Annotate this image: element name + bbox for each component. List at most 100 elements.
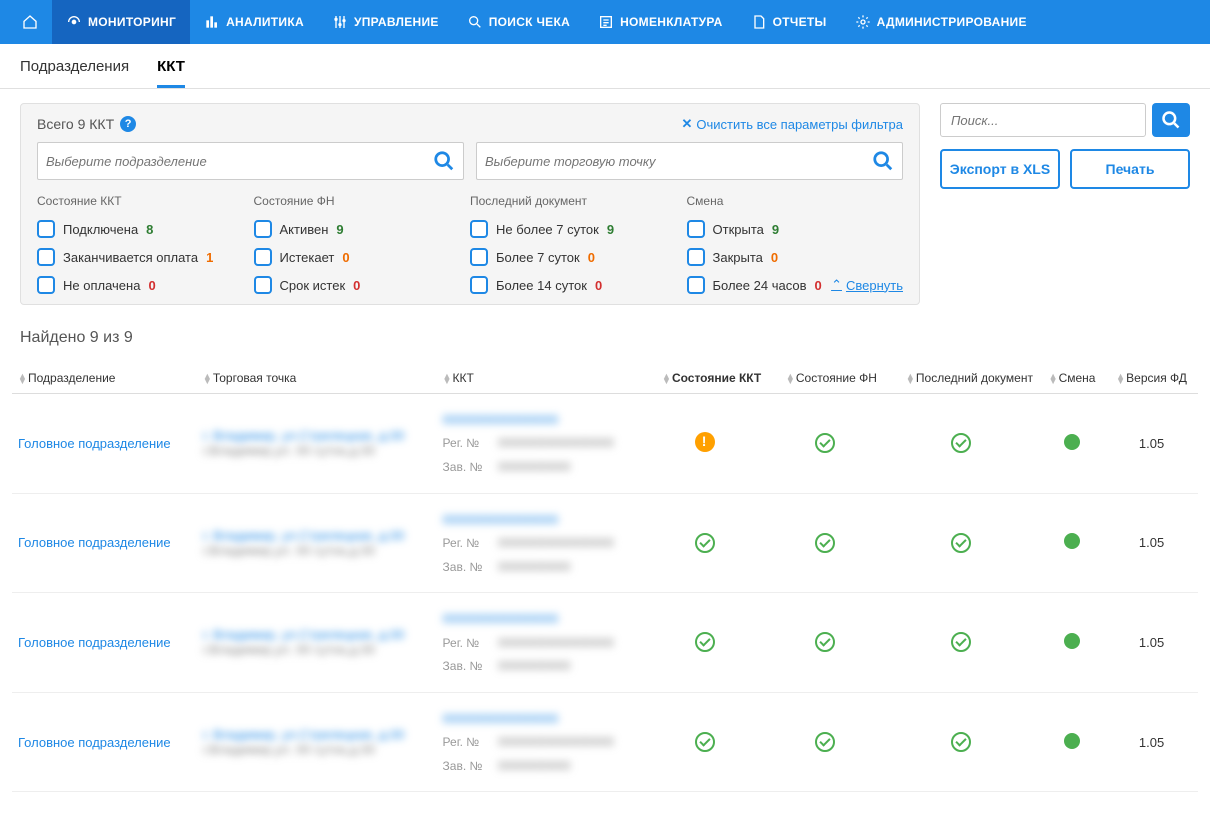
nav-admin[interactable]: АДМИНИСТРИРОВАНИЕ (841, 0, 1041, 44)
nav-analytics[interactable]: АНАЛИТИКА (190, 0, 318, 44)
clear-filters-link[interactable]: ✕ Очистить все параметры фильтра (681, 116, 903, 132)
global-search-button[interactable] (1152, 103, 1190, 137)
zav-no-label: Зав. № (443, 656, 495, 678)
filter-item-label: Подключена (63, 222, 138, 237)
filter-item-label: Закрыта (713, 250, 763, 265)
checkbox[interactable] (37, 248, 55, 266)
point-link[interactable]: г. Владимир, ул.Стрелецкая, д.00 (203, 528, 431, 543)
found-label: Найдено 9 из 9 (0, 305, 1210, 355)
filter-checkbox-row: Срок истек0 (254, 276, 471, 294)
table-row: Головное подразделение г. Владимир, ул.Ст… (12, 692, 1198, 792)
filter-item-count: 9 (336, 222, 343, 237)
filter-checkbox-row: Заканчивается оплата1 (37, 248, 254, 266)
status-ok-icon (695, 732, 715, 752)
checkbox[interactable] (687, 220, 705, 238)
status-ok-icon (695, 632, 715, 652)
nav-management-label: УПРАВЛЕНИЕ (354, 15, 439, 29)
filter-item-count: 0 (815, 278, 822, 293)
checkbox[interactable] (470, 276, 488, 294)
filter-item-count: 0 (595, 278, 602, 293)
status-ok-icon (951, 433, 971, 453)
status-warn-icon (695, 432, 715, 452)
nav-management[interactable]: УПРАВЛЕНИЕ (318, 0, 453, 44)
total-kkt-label: Всего 9 ККТ ? (37, 116, 136, 132)
point-input[interactable] (485, 154, 872, 169)
dept-link[interactable]: Головное подразделение (18, 535, 171, 550)
close-icon: ✕ (681, 116, 692, 132)
checkbox[interactable] (37, 220, 55, 238)
reg-no-label: Рег. № (443, 633, 495, 655)
dept-link[interactable]: Головное подразделение (18, 436, 171, 451)
zav-no-label: Зав. № (443, 557, 495, 579)
document-icon (751, 14, 767, 30)
nav-nomenclature-label: НОМЕНКЛАТУРА (620, 15, 723, 29)
home-icon (22, 14, 38, 30)
tab-kkt[interactable]: ККТ (157, 58, 185, 88)
department-select[interactable] (37, 142, 464, 180)
col-kkt[interactable]: ▲▼ККТ (437, 363, 643, 394)
status-ok-icon (815, 533, 835, 553)
filter-item-label: Более 14 суток (496, 278, 587, 293)
nav-reports-label: ОТЧЕТЫ (773, 15, 827, 29)
point-select[interactable] (476, 142, 903, 180)
checkbox[interactable] (687, 276, 705, 294)
point-link[interactable]: г. Владимир, ул.Стрелецкая, д.00 (203, 727, 431, 742)
checkbox[interactable] (470, 220, 488, 238)
bar-chart-icon (204, 14, 220, 30)
version-cell: 1.05 (1105, 593, 1198, 693)
gear-icon (855, 14, 871, 30)
col-status-fn[interactable]: ▲▼Состояние ФН (767, 363, 883, 394)
nav-home[interactable] (8, 0, 52, 44)
kkt-link[interactable]: 0000000000000000 (443, 707, 637, 730)
filter-group-title: Смена (687, 194, 904, 208)
export-xls-button[interactable]: Экспорт в XLS (940, 149, 1060, 189)
kkt-link[interactable]: 0000000000000000 (443, 408, 637, 431)
checkbox[interactable] (687, 248, 705, 266)
col-dept[interactable]: ▲▼Подразделение (12, 363, 197, 394)
nav-check-label: ПОИСК ЧЕКА (489, 15, 570, 29)
checkbox[interactable] (254, 276, 272, 294)
global-search-input[interactable] (940, 103, 1146, 137)
shift-open-icon (1064, 434, 1080, 450)
col-status-kkt[interactable]: ▲▼Состояние ККТ (642, 363, 767, 394)
reg-no-label: Рег. № (443, 433, 495, 455)
col-ver[interactable]: ▲▼Версия ФД (1105, 363, 1198, 394)
chevron-up-icon: ⌃ (831, 277, 842, 293)
tab-departments[interactable]: Подразделения (20, 58, 129, 88)
checkbox[interactable] (254, 220, 272, 238)
version-cell: 1.05 (1105, 692, 1198, 792)
col-point[interactable]: ▲▼Торговая точка (197, 363, 437, 394)
help-icon[interactable]: ? (120, 116, 136, 132)
kkt-link[interactable]: 0000000000000000 (443, 508, 637, 531)
kkt-link[interactable]: 0000000000000000 (443, 607, 637, 630)
status-ok-icon (951, 533, 971, 553)
filter-checkbox-row: Закрыта0 (687, 248, 904, 266)
checkbox[interactable] (470, 248, 488, 266)
nav-reports[interactable]: ОТЧЕТЫ (737, 0, 841, 44)
col-shift[interactable]: ▲▼Смена (1039, 363, 1105, 394)
collapse-filters-link[interactable]: ⌃ Свернуть (831, 277, 903, 293)
point-link[interactable]: г. Владимир, ул.Стрелецкая, д.00 (203, 428, 431, 443)
search-icon (467, 14, 483, 30)
filter-checkbox-row: Не оплачена0 (37, 276, 254, 294)
col-last-doc[interactable]: ▲▼Последний документ (883, 363, 1039, 394)
dept-link[interactable]: Головное подразделение (18, 735, 171, 750)
department-input[interactable] (46, 154, 433, 169)
checkbox[interactable] (37, 276, 55, 294)
nav-monitoring[interactable]: МОНИТОРИНГ (52, 0, 190, 44)
filter-group-title: Состояние ККТ (37, 194, 254, 208)
nav-nomenclature[interactable]: НОМЕНКЛАТУРА (584, 0, 737, 44)
filter-item-count: 1 (206, 250, 213, 265)
point-link[interactable]: г. Владимир, ул.Стрелецкая, д.00 (203, 627, 431, 642)
monitoring-icon (66, 14, 82, 30)
zav-no-label: Зав. № (443, 457, 495, 479)
nav-check-search[interactable]: ПОИСК ЧЕКА (453, 0, 584, 44)
checkbox[interactable] (254, 248, 272, 266)
dept-link[interactable]: Головное подразделение (18, 635, 171, 650)
version-cell: 1.05 (1105, 394, 1198, 494)
filter-item-count: 9 (607, 222, 614, 237)
status-ok-icon (815, 732, 835, 752)
nav-monitoring-label: МОНИТОРИНГ (88, 15, 176, 29)
print-button[interactable]: Печать (1070, 149, 1190, 189)
nav-analytics-label: АНАЛИТИКА (226, 15, 304, 29)
